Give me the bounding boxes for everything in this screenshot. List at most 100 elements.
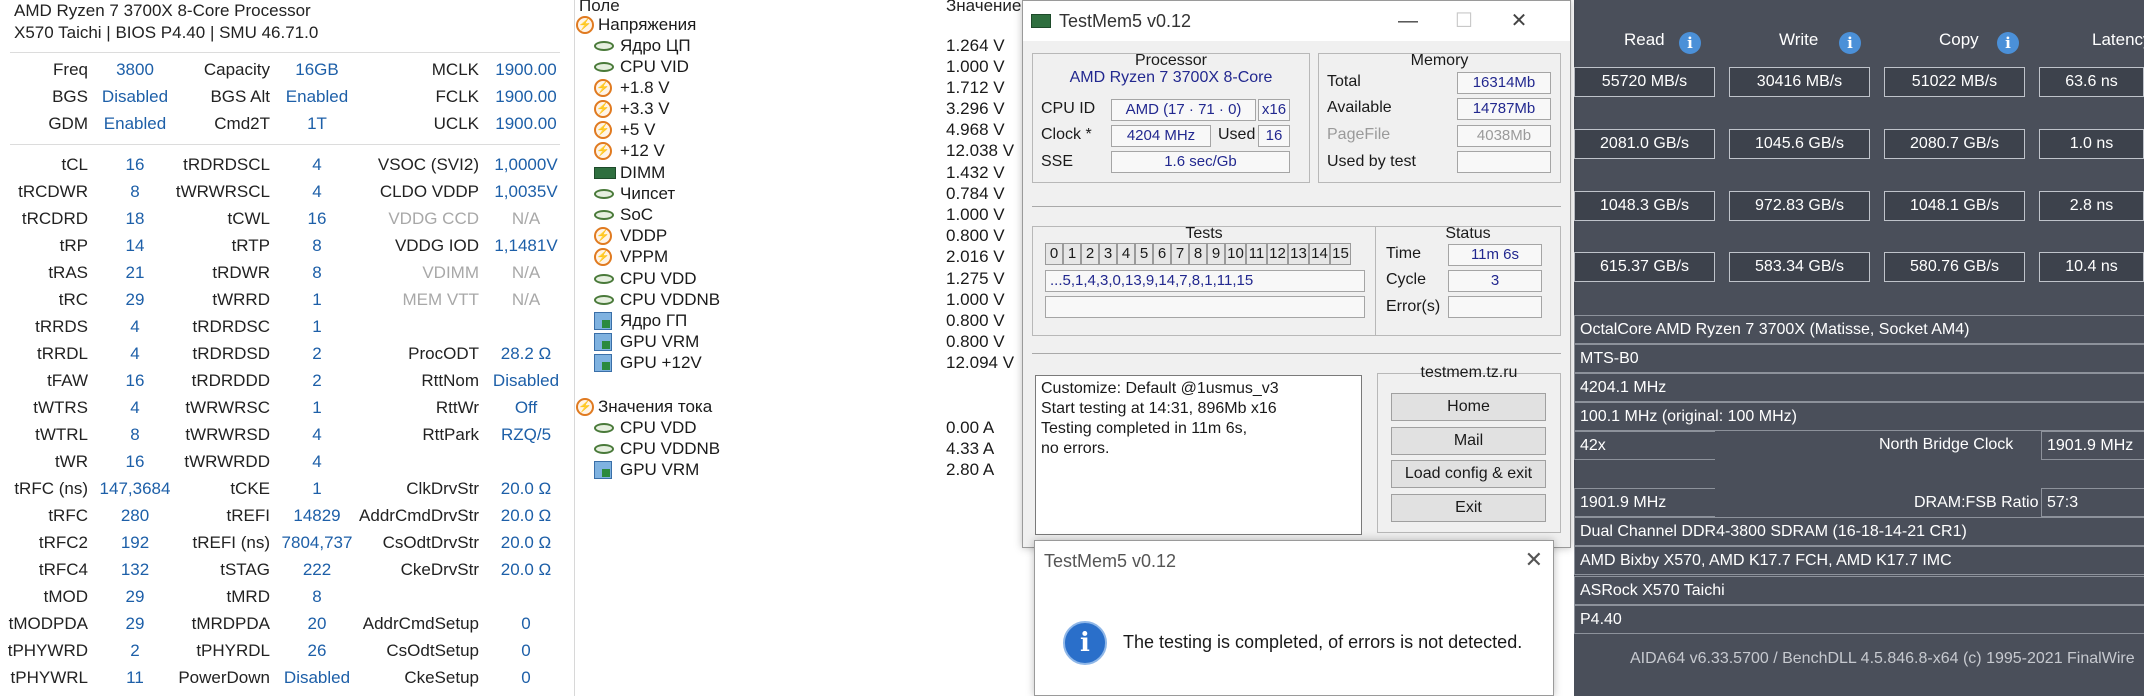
timing-value: 0 — [521, 668, 531, 687]
timing-value: 7804,737 — [281, 533, 353, 552]
timing-value: 132 — [120, 560, 150, 579]
minimize-icon[interactable]: — — [1385, 1, 1431, 41]
timing-value: 0 — [521, 614, 531, 633]
test-number: 5 — [1135, 243, 1153, 265]
timing-value: 4 — [312, 155, 322, 174]
memory-type: Dual Channel DDR4-3800 SDRAM (16-18-14-2… — [1574, 517, 2144, 546]
separator — [1032, 206, 1561, 207]
load-config-exit-button[interactable]: Load config & exit — [1391, 460, 1546, 488]
voltage-icon — [594, 444, 614, 454]
exit-button[interactable]: Exit — [1391, 494, 1546, 522]
timing-value: Disabled — [492, 371, 560, 390]
cpu-clock: 4204.1 MHz — [1574, 373, 2144, 402]
test-number: 4 — [1117, 243, 1135, 265]
timing-row: tRP 14 tRTP 8 VDDG IOD 1,1481V — [0, 232, 575, 259]
timing-label: tRFC — [48, 506, 88, 525]
timing-value: 222 — [302, 560, 332, 579]
zen-separator — [10, 144, 560, 145]
timing-value: 8 — [312, 236, 322, 255]
log-textbox[interactable]: Customize: Default @1usmus_v3 Start test… — [1035, 375, 1362, 535]
test-number: 12 — [1267, 243, 1288, 265]
timing-label: tREFI (ns) — [192, 533, 270, 552]
cpu-threads-field: x16 — [1258, 99, 1290, 121]
sensor-value: 2.80 A — [946, 460, 995, 479]
timing-label: tCWL — [227, 209, 271, 228]
timing-label: tWRRD — [212, 290, 270, 309]
nb-clock: 1901.9 MHz — [2041, 431, 2144, 460]
timing-label: tMOD — [43, 587, 88, 606]
info-icon[interactable]: i — [1679, 32, 1701, 54]
timing-label: tRC — [58, 290, 88, 309]
latency-value: 63.6 ns — [2039, 67, 2144, 97]
timing-label: tRCDWR — [18, 182, 88, 201]
timing-label: tRDRDSCL — [183, 155, 270, 174]
timing-value: 28.2 Ω — [500, 344, 552, 363]
timing-value: 1900.00 — [495, 60, 557, 79]
voltage-icon — [594, 423, 614, 433]
timing-label: tRP — [59, 236, 88, 255]
titlebar[interactable]: TestMem5 v0.12 — ☐ ✕ — [1023, 1, 1570, 41]
close-icon[interactable]: ✕ — [1525, 547, 1543, 573]
timing-value: 3800 — [116, 60, 154, 79]
timing-row: tRRDL 4 tRDRDSD 2 ProcODT 28.2 Ω — [0, 340, 575, 367]
timing-value: Enabled — [285, 87, 349, 106]
latency-value: 10.4 ns — [2039, 252, 2144, 282]
copy-header: Copy — [1939, 30, 1979, 49]
timing-row: GDM Enabled Cmd2T 1T UCLK 1900.00 — [0, 110, 575, 137]
available-field: 14787Mb — [1457, 98, 1551, 120]
status-title: Status — [1445, 225, 1491, 242]
info-icon[interactable]: i — [1839, 32, 1861, 54]
cycle-label: Cycle — [1386, 271, 1427, 288]
tests-title: Tests — [1185, 225, 1223, 242]
test-number: 13 — [1288, 243, 1309, 265]
timing-label: tRFC4 — [38, 560, 88, 579]
timing-value: 16 — [125, 155, 145, 174]
timing-label: UCLK — [433, 114, 479, 133]
timing-row: Freq 3800 Capacity 16GB MCLK 1900.00 — [0, 56, 575, 83]
timing-value: 21 — [125, 263, 145, 282]
errors-field — [1448, 296, 1542, 318]
timing-row: tWTRL 8 tWRWRSD 4 RttPark RZQ/5 — [0, 421, 575, 448]
maximize-icon: ☐ — [1455, 10, 1473, 32]
time-label: Time — [1386, 245, 1421, 262]
latency-header: Latency — [2092, 30, 2144, 49]
timing-value: 1900.00 — [495, 114, 557, 133]
copy-value: 1048.1 GB/s — [1884, 191, 2025, 221]
timing-row: tRC 29 tWRRD 1 MEM VTT N/A — [0, 286, 575, 313]
mail-button[interactable]: Mail — [1391, 427, 1546, 455]
copy-value: 51022 MB/s — [1884, 67, 2025, 97]
timing-value: 20 — [307, 614, 327, 633]
home-button[interactable]: Home — [1391, 393, 1546, 421]
timing-label: tWRWRSC — [185, 398, 270, 417]
cpu-stepping: MTS-B0 — [1574, 344, 2144, 373]
voltage-icon — [594, 295, 614, 305]
timing-value: 1 — [312, 479, 322, 498]
timing-value: 2 — [312, 371, 322, 390]
cpu-type: OctalCore AMD Ryzen 7 3700X (Matisse, So… — [1574, 315, 2144, 344]
close-icon[interactable]: ✕ — [1496, 1, 1542, 41]
timing-label: tREFI — [226, 506, 270, 525]
timing-label: BGS — [52, 87, 88, 106]
test-number: 15 — [1330, 243, 1351, 265]
test-number: 1 — [1063, 243, 1081, 265]
timing-value: 1,0000V — [494, 155, 558, 174]
test-progress-bar — [1045, 296, 1365, 318]
gpu-icon — [594, 354, 612, 372]
timing-value: Disabled — [283, 668, 351, 687]
timing-row: tRFC2 192 tREFI (ns) 7804,737 CsOdtDrvStr 20.… — [0, 529, 575, 556]
timing-value: 8 — [312, 587, 322, 606]
timing-value: 14829 — [293, 506, 341, 525]
latency-value: 2.8 ns — [2039, 191, 2144, 221]
info-icon[interactable]: i — [1997, 32, 2019, 54]
timing-label: CLDO VDDP — [379, 182, 479, 201]
status-group: Status Time 11m 6s Cycle 3 Error(s) — [1375, 225, 1561, 336]
timing-label: tRAS — [48, 263, 88, 282]
voltage-icon — [594, 62, 614, 72]
timing-value: 4 — [130, 398, 140, 417]
timing-row: tWTRS 4 tWRWRSC 1 RttWr Off — [0, 394, 575, 421]
timing-row: tRFC 280 tREFI 14829 AddrCmdDrvStr 20.0 Ω — [0, 502, 575, 529]
timing-value: 8 — [130, 182, 140, 201]
timing-row: tPHYWRD 2 tPHYRDL 26 CsOdtSetup 0 — [0, 637, 575, 664]
timing-label: tWR — [54, 452, 88, 471]
timing-value: 0 — [521, 641, 531, 660]
